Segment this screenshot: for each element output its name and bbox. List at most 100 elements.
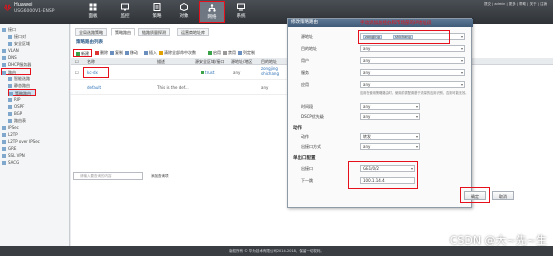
nav-dashboard[interactable]: 面板 — [80, 1, 106, 23]
col-desc[interactable]: 描述 — [157, 58, 165, 65]
dest-address-field[interactable]: any ▾ — [360, 45, 465, 52]
col-src-addr[interactable]: 源地址/地区 — [231, 58, 252, 65]
copy-icon — [110, 51, 114, 55]
gre-icon — [2, 147, 6, 151]
tab-link-probe[interactable]: 链路质量探测 — [138, 28, 170, 36]
nav-label: 对象 — [179, 14, 189, 19]
ok-button[interactable]: 确定 — [464, 191, 486, 200]
nav-label: 策略 — [152, 14, 162, 19]
time-field[interactable]: any ▾ — [360, 103, 420, 110]
zone-icon — [8, 42, 12, 46]
col-src-zone[interactable]: 源安全区域/接口 — [195, 58, 224, 65]
ospf-icon — [8, 105, 12, 109]
sidebar-item-bgp[interactable]: BGP — [8, 110, 22, 117]
cancel-button[interactable]: 取消 — [492, 191, 514, 200]
chevron-down-icon: ▾ — [410, 166, 413, 171]
out-mode-select[interactable]: any ▾ — [360, 143, 420, 150]
tab-policy-route[interactable]: 策略路由 — [111, 28, 135, 36]
sidebar-item-l2tp[interactable]: L2TP — [2, 131, 18, 138]
dest-label: 目的地址 — [301, 46, 317, 51]
nav-policy[interactable]: 策略 — [144, 1, 170, 23]
sidebar-item-dhcp[interactable]: DHCP服务器 — [2, 61, 31, 68]
sidebar-item-smart-routing[interactable]: 智能选路 — [8, 75, 30, 82]
brand-name: Huawei — [14, 2, 33, 8]
route-table-icon — [8, 119, 12, 123]
sacg-icon — [2, 161, 6, 165]
app-label: 应用 — [301, 82, 309, 87]
sidebar-item-ospf[interactable]: OSPF — [8, 103, 24, 110]
chevron-down-icon: ▾ — [415, 114, 418, 119]
sidebar-item-ssl-vpn[interactable]: SSL VPN — [2, 152, 25, 159]
nav-object[interactable]: 对象 — [171, 1, 197, 23]
clear-hits-button[interactable]: 清除全部命中次数 — [157, 49, 198, 57]
header-tools[interactable]: 提交 | admin | 更多 | 帮助 | 关于 | 注销 — [484, 2, 547, 7]
sidebar-item-interface[interactable]: 接口 — [2, 26, 16, 33]
col-select[interactable]: ☐ — [75, 58, 79, 65]
sidebar-item-interface-pair[interactable]: 接口对 — [8, 33, 26, 40]
new-button[interactable]: 新建 — [73, 49, 92, 57]
sidebar-item-static-route[interactable]: 静态路由 — [8, 82, 30, 89]
sidebar-item-rip[interactable]: RIP — [8, 96, 20, 103]
monitor-icon — [121, 3, 129, 11]
sidebar-item-ipsec[interactable]: IPSec — [2, 124, 19, 131]
user-field[interactable]: any ▾ — [360, 57, 465, 64]
action-select[interactable]: 转发 ▾ — [360, 133, 420, 140]
move-button[interactable]: 移动 — [123, 49, 140, 57]
action-group-title: 动作 — [293, 126, 302, 131]
chevron-down-icon[interactable]: ▾ — [461, 34, 463, 39]
route-name[interactable]: default — [87, 84, 101, 91]
nav-system[interactable]: 系统 — [228, 1, 254, 23]
enable-icon — [208, 51, 212, 55]
sidebar-item-security-zone[interactable]: 安全区域 — [8, 40, 30, 47]
columns-icon — [238, 51, 242, 55]
out-interface-select[interactable]: GE1/0/2 ▾ — [360, 165, 415, 172]
dscp-field[interactable]: any ▾ — [360, 113, 420, 120]
sidebar-item-vlan[interactable]: VLAN — [2, 47, 19, 54]
sidebar-item-route-table[interactable]: 路由表 — [8, 117, 26, 124]
search-input[interactable]: 请输入要查询的内容 — [73, 172, 143, 180]
nexthop-input[interactable]: 100.1.14.4 — [360, 177, 415, 184]
app-field[interactable]: any ▾ — [360, 81, 465, 88]
network-icon — [208, 4, 216, 12]
nav-network[interactable]: 网络 — [199, 1, 225, 23]
col-name[interactable]: 名称 — [87, 58, 95, 65]
chevron-down-icon: ▾ — [460, 46, 463, 51]
dns-icon — [2, 56, 6, 60]
sidebar-item-gre[interactable]: GRE — [2, 145, 16, 152]
sidebar-item-l2tp-over-ipsec[interactable]: L2TP over IPSec — [2, 138, 40, 145]
service-field[interactable]: any ▾ — [360, 69, 465, 76]
disable-icon — [223, 51, 227, 55]
dscp-label: DSCP优先级 — [301, 114, 324, 119]
ssl-vpn-icon — [2, 154, 6, 158]
clear-icon — [159, 51, 163, 55]
column-custom-button[interactable]: 列定制 — [236, 49, 257, 57]
tab-global-route-policy[interactable]: 全局选路策略 — [75, 28, 107, 36]
nav-label: 网络 — [207, 15, 217, 20]
edit-policy-route-dialog: 修改策略路由 手动添加总经办和市场部的IP地址段 源地址 zongjing sh… — [287, 18, 514, 208]
annotation-text: 手动添加总经办和市场部的IP地址段 — [360, 21, 432, 26]
route-desc: This is the def... — [157, 85, 189, 90]
nav-label: 系统 — [236, 14, 246, 19]
nav-label: 面板 — [88, 14, 98, 19]
service-label: 服务 — [301, 70, 309, 75]
src-addr: any — [233, 70, 241, 75]
nav-monitor[interactable]: 监控 — [112, 1, 138, 23]
col-dst-addr[interactable]: 目的地址 — [261, 58, 277, 65]
sidebar-item-dns[interactable]: DNS — [2, 54, 17, 61]
insert-icon — [144, 51, 148, 55]
interface-icon — [2, 28, 6, 32]
source-label: 源地址 — [301, 34, 313, 39]
section-title: 策略路由列表 — [76, 40, 103, 45]
bgp-icon — [8, 112, 12, 116]
row-checkbox[interactable]: ☐ — [75, 69, 79, 76]
sidebar-item-policy-route[interactable]: 策略路由 — [8, 89, 36, 96]
sidebar-item-routing[interactable]: 路由 — [1, 68, 31, 75]
routing-icon — [2, 71, 6, 75]
static-route-icon — [8, 84, 12, 88]
vlan-icon — [2, 49, 6, 53]
sidebar-item-sacg[interactable]: SACG — [2, 159, 19, 166]
tab-isp-address[interactable]: 运营商地址库 — [177, 28, 209, 36]
route-name[interactable]: kc-dx — [83, 67, 109, 78]
add-query-button[interactable]: 添加查询项 — [151, 172, 169, 180]
dhcp-icon — [2, 63, 6, 67]
